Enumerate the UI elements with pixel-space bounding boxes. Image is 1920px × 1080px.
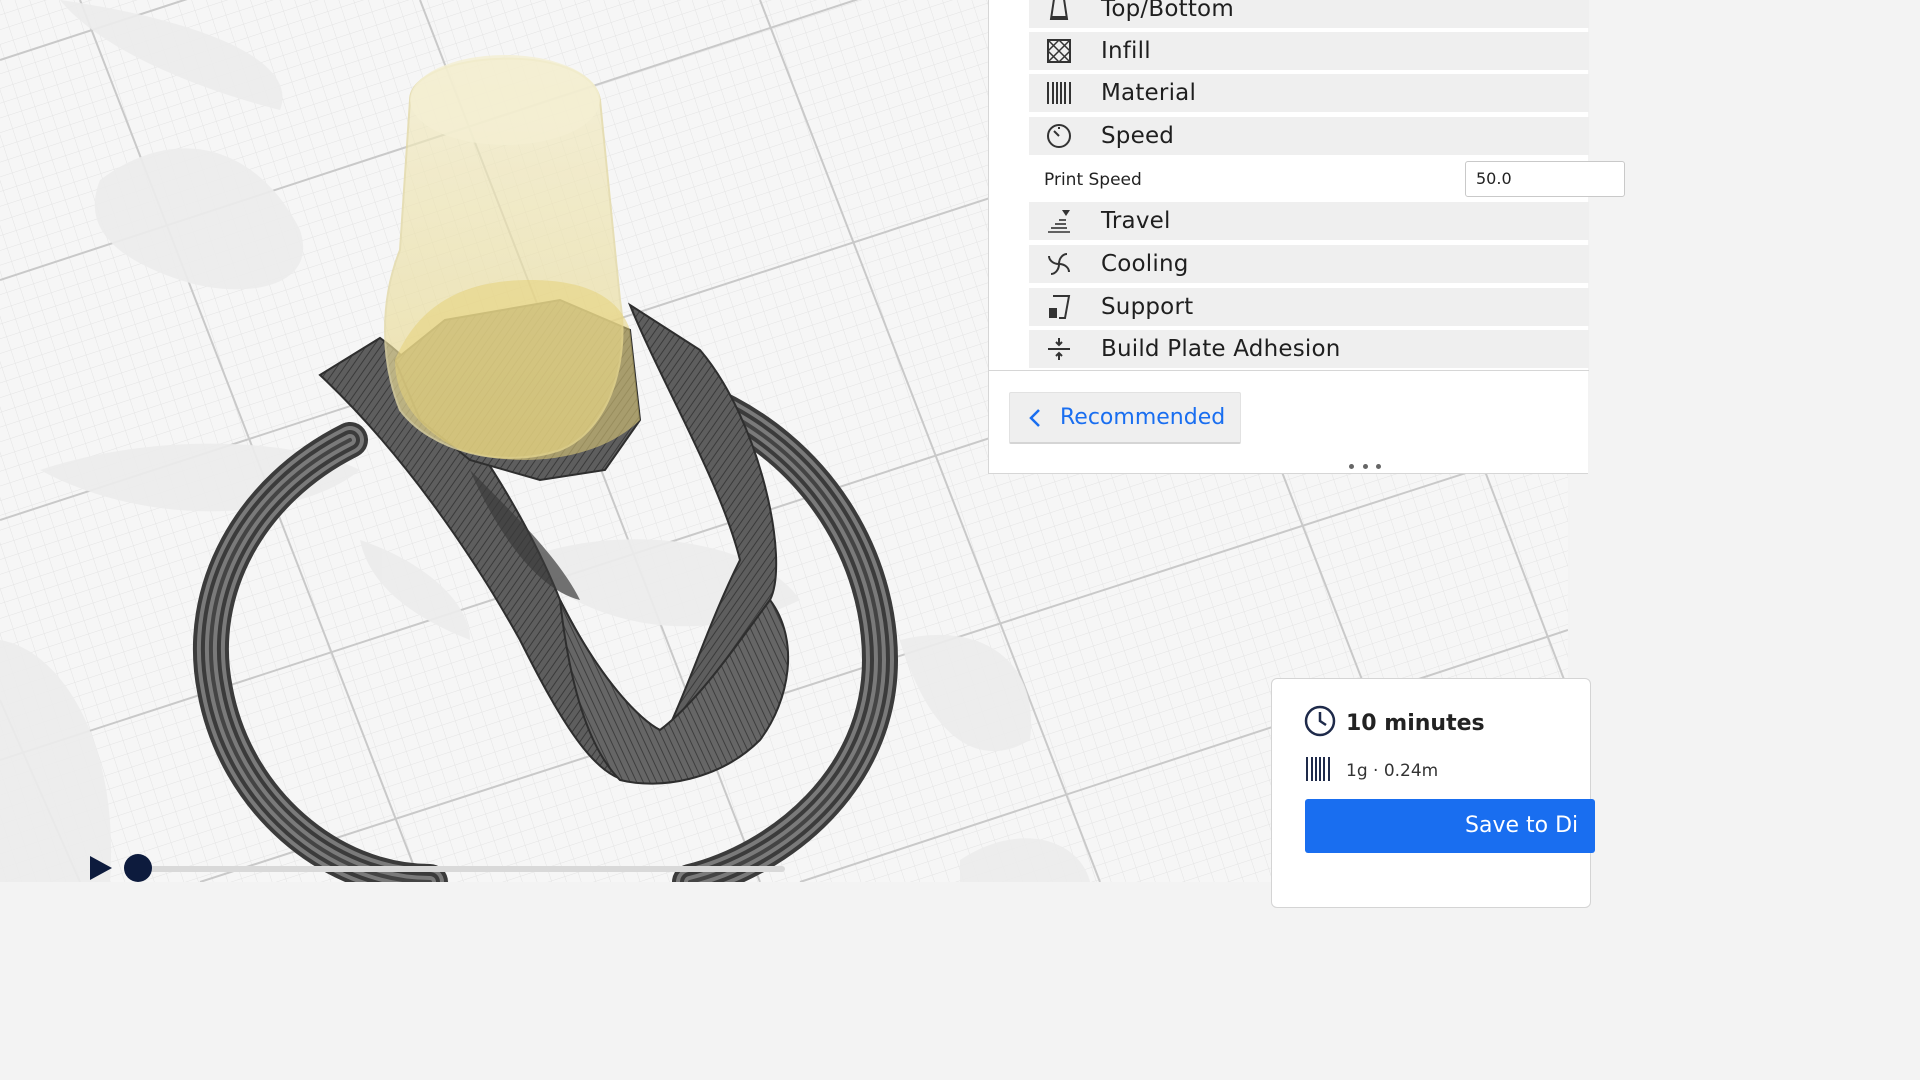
print-time-row[interactable]: 10 minutes bbox=[1304, 705, 1485, 741]
support-icon bbox=[1029, 288, 1089, 326]
material-icon bbox=[1304, 755, 1332, 787]
category-label: Speed bbox=[1101, 123, 1175, 149]
category-label: Travel bbox=[1101, 208, 1171, 234]
slider-track[interactable] bbox=[130, 866, 785, 872]
category-travel[interactable]: Travel bbox=[1029, 202, 1589, 240]
material-usage: 1g · 0.24m bbox=[1346, 761, 1439, 781]
category-label: Top/Bottom bbox=[1101, 0, 1234, 22]
print-speed-row: Print Speed 50.0 bbox=[1029, 158, 1625, 202]
category-material[interactable]: Material bbox=[1029, 74, 1589, 112]
print-time: 10 minutes bbox=[1346, 710, 1485, 736]
layer-slider[interactable] bbox=[90, 852, 790, 882]
material-icon bbox=[1029, 74, 1089, 112]
category-label: Build Plate Adhesion bbox=[1101, 336, 1341, 362]
category-top-bottom[interactable]: Top/Bottom bbox=[1029, 0, 1589, 28]
category-infill[interactable]: Infill bbox=[1029, 32, 1589, 70]
top-bottom-icon bbox=[1029, 0, 1089, 28]
category-build-plate-adhesion[interactable]: Build Plate Adhesion bbox=[1029, 330, 1589, 368]
slider-handle[interactable] bbox=[124, 854, 152, 882]
print-speed-input[interactable]: 50.0 bbox=[1465, 161, 1625, 197]
speed-icon bbox=[1029, 117, 1089, 155]
build-plate-adhesion-icon bbox=[1029, 330, 1089, 368]
category-label: Material bbox=[1101, 80, 1197, 106]
category-label: Infill bbox=[1101, 38, 1151, 64]
print-speed-label: Print Speed bbox=[1044, 170, 1142, 190]
recommended-label: Recommended bbox=[1060, 405, 1226, 430]
category-label: Support bbox=[1101, 294, 1194, 320]
chevron-left-icon bbox=[1010, 408, 1060, 428]
travel-icon bbox=[1029, 202, 1089, 240]
cooling-icon bbox=[1029, 245, 1089, 283]
print-info-panel: 10 minutes 1g · 0.24m Save to Di bbox=[1271, 678, 1595, 908]
material-usage-row: 1g · 0.24m bbox=[1304, 755, 1438, 787]
recommended-button[interactable]: Recommended bbox=[1009, 392, 1241, 444]
panel-resize-handle[interactable] bbox=[1349, 464, 1381, 470]
play-icon[interactable] bbox=[90, 856, 112, 880]
clock-icon bbox=[1304, 705, 1336, 741]
category-cooling[interactable]: Cooling bbox=[1029, 245, 1589, 283]
category-label: Cooling bbox=[1101, 251, 1189, 277]
save-to-disk-button[interactable]: Save to Di bbox=[1305, 799, 1595, 853]
category-speed[interactable]: Speed bbox=[1029, 117, 1589, 155]
custom-settings-panel: Top/Bottom Infill Material Speed Print S… bbox=[988, 0, 1625, 474]
panel-divider bbox=[989, 370, 1589, 371]
infill-icon bbox=[1029, 32, 1089, 70]
category-support[interactable]: Support bbox=[1029, 288, 1589, 326]
